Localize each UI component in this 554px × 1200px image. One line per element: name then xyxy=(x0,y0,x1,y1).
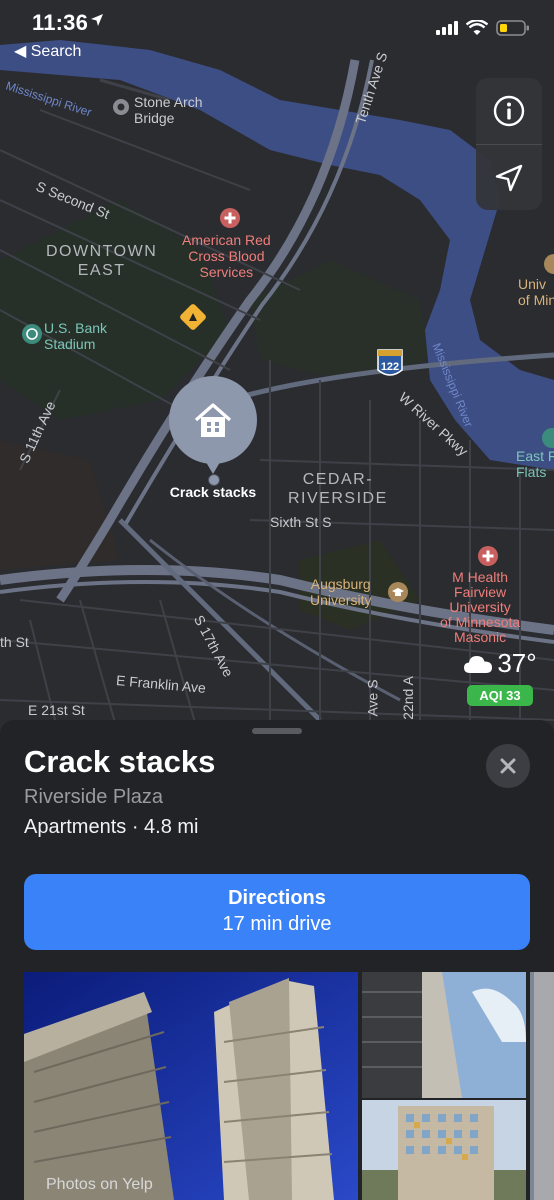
status-bar: 11:36 ◀ Search xyxy=(0,0,554,64)
map-label-ave-s: Ave S xyxy=(364,679,381,717)
building-photo xyxy=(530,972,554,1200)
route-number: 122 xyxy=(381,361,399,373)
map-label-east-flats: East F Flats xyxy=(516,448,554,480)
map-label-e-21st-st: E 21st St xyxy=(28,702,85,718)
cloud-icon xyxy=(464,655,493,673)
directions-label: Directions xyxy=(228,887,326,909)
map-label-red-cross: American Red Cross Blood Services xyxy=(182,232,271,280)
hospital-icon xyxy=(478,546,498,566)
map-label-university: Univ of Minn xyxy=(518,276,554,308)
battery-low-icon xyxy=(496,20,529,36)
info-icon xyxy=(493,95,525,127)
hospital-icon xyxy=(220,208,240,228)
map-label-downtown-east: DOWNTOWN EAST xyxy=(46,243,158,279)
place-name: Crack stacks xyxy=(24,744,216,779)
status-icons xyxy=(436,20,530,36)
building-photo xyxy=(24,972,358,1200)
photo-3[interactable] xyxy=(362,1100,526,1200)
photo-4-partial[interactable] xyxy=(530,972,554,1200)
map-label-augsburg: Augsburg University xyxy=(310,576,372,608)
stadium-icon xyxy=(22,324,42,344)
map-label-22nd-ave: 22nd A xyxy=(399,676,416,720)
map-label-m-health: M Health Fairview University of Minnesot… xyxy=(440,569,521,645)
place-meta: Apartments · 4.8 mi xyxy=(24,816,199,838)
photo-main[interactable] xyxy=(24,972,358,1200)
close-icon xyxy=(500,758,516,774)
park-icon xyxy=(542,428,554,448)
route-shield-icon: 122 xyxy=(377,349,403,376)
photo-2[interactable] xyxy=(362,972,526,1098)
location-arrow-icon xyxy=(91,14,103,26)
landmark-icon xyxy=(113,99,129,115)
weather-widget[interactable]: 37° AQI 33 xyxy=(456,648,544,706)
cellular-signal-icon xyxy=(436,21,458,35)
university-icon xyxy=(388,582,408,602)
pin-label: Crack stacks xyxy=(169,484,257,500)
map-label-sixth-st-s: Sixth St S xyxy=(270,514,332,530)
map-label-us-bank-stadium: U.S. Bank Stadium xyxy=(44,320,108,352)
location-arrow-icon xyxy=(495,164,523,192)
house-icon xyxy=(194,403,232,437)
map-view[interactable]: 11:36 ◀ Search 122 Mississippi River Sto… xyxy=(0,0,554,740)
close-button[interactable] xyxy=(486,744,530,788)
directions-time: 17 min drive xyxy=(222,913,332,935)
sheet-grabber[interactable] xyxy=(252,728,302,734)
aqi-badge: AQI 33 xyxy=(467,685,533,706)
info-button[interactable] xyxy=(476,78,542,144)
university-icon xyxy=(544,254,554,274)
building-photo xyxy=(362,972,526,1098)
back-to-search-link[interactable]: ◀ Search xyxy=(14,41,81,61)
map-controls xyxy=(476,78,542,210)
construction-icon xyxy=(180,304,206,330)
photos-credit: Photos on Yelp xyxy=(46,1176,153,1193)
directions-button[interactable]: Directions 17 min drive xyxy=(24,874,530,950)
map-label-th-st: th St xyxy=(0,634,29,650)
clock: 11:36 xyxy=(32,10,89,35)
building-photo xyxy=(362,1100,526,1200)
map-label-stone-arch-bridge: Stone Arch Bridge xyxy=(134,94,203,126)
temperature: 37° xyxy=(497,648,537,678)
place-subtitle: Riverside Plaza xyxy=(24,786,163,808)
place-pin[interactable] xyxy=(169,376,257,464)
map-label-cedar-riverside: CEDAR- RIVERSIDE xyxy=(288,471,388,507)
current-location-button[interactable] xyxy=(476,145,542,211)
wifi-icon xyxy=(466,20,488,35)
